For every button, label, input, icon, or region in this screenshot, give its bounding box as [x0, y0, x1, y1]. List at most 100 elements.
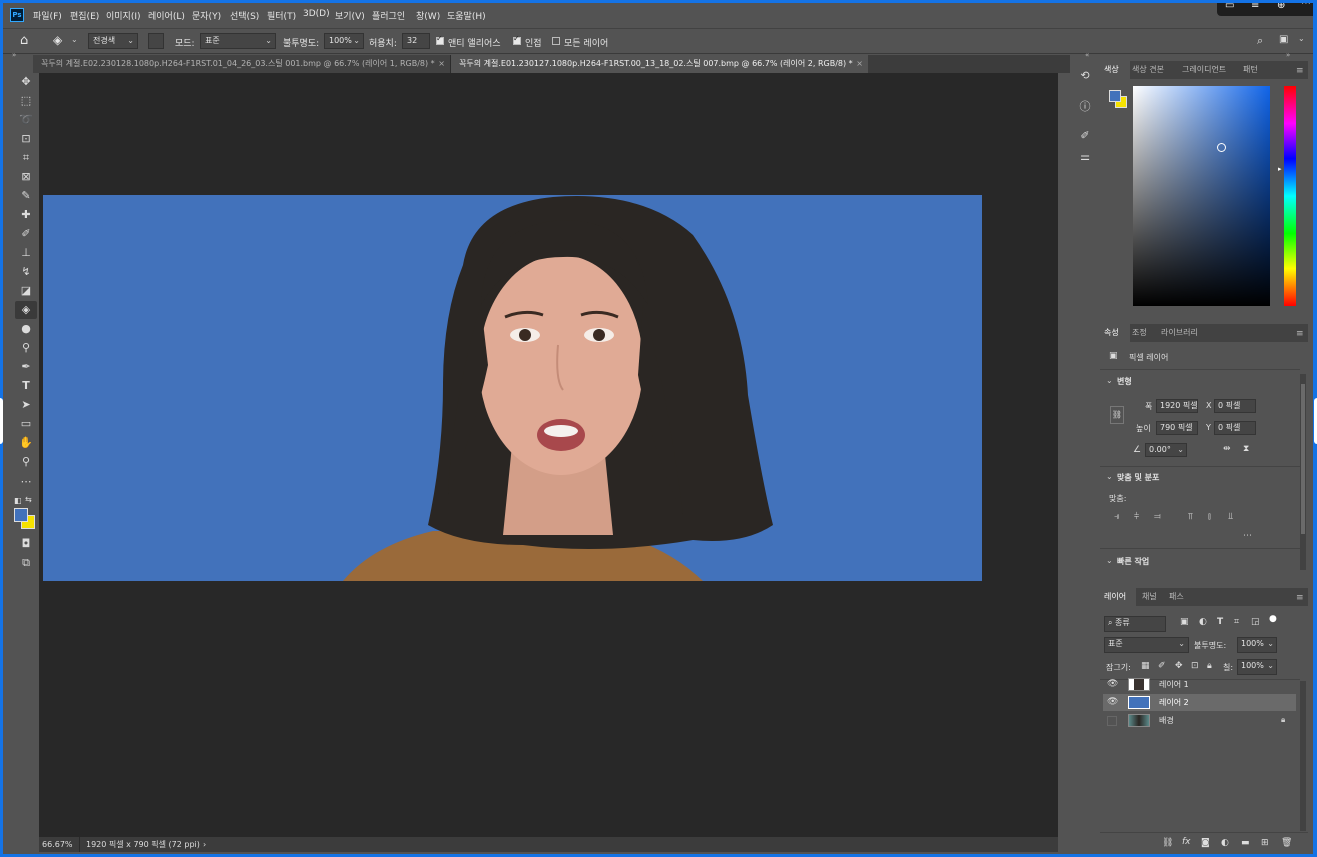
type-tool-icon[interactable]: T	[15, 377, 37, 395]
brush-settings-icon[interactable]: ✐	[1077, 129, 1093, 145]
dodge-tool-icon[interactable]: ⚲	[15, 339, 37, 357]
toolbox-collapse-icon[interactable]: »	[12, 51, 16, 59]
align-top-icon[interactable]: ⫪	[1188, 512, 1193, 522]
align-left-icon[interactable]: ⫣	[1114, 512, 1119, 522]
layer-row-selected[interactable]: 👁︎ 레이어 2	[1103, 694, 1296, 711]
align-right-icon[interactable]: ⫤	[1154, 512, 1161, 522]
comment-icon[interactable]: ▭	[1225, 3, 1234, 11]
lasso-tool-icon[interactable]: ➰	[15, 111, 37, 129]
link-icon[interactable]: ⛓	[1110, 406, 1124, 424]
zoom-level[interactable]: 66.67%	[42, 837, 73, 852]
tab-gradients[interactable]: 그레이디언트	[1182, 61, 1226, 79]
scrollbar[interactable]	[1300, 374, 1306, 570]
quick-mask-icon[interactable]: ◘	[15, 535, 37, 553]
filter-type-icon[interactable]: T	[1217, 617, 1223, 627]
x-input[interactable]: 0 픽셀	[1214, 399, 1256, 413]
hue-slider-handle[interactable]: ▸	[1278, 165, 1282, 173]
flip-vertical-icon[interactable]: ⧗	[1243, 444, 1249, 454]
align-middle-icon[interactable]: ⫾	[1208, 512, 1211, 522]
default-colors-icon[interactable]: ◧	[14, 496, 22, 505]
width-input[interactable]: 1920 픽셀	[1156, 399, 1198, 413]
lock-transparency-icon[interactable]: ▦	[1141, 661, 1150, 671]
panel-collapse-icon[interactable]: «	[1085, 51, 1089, 59]
visibility-toggle-empty[interactable]	[1107, 716, 1117, 726]
adjustment-layer-icon[interactable]: ◐	[1221, 838, 1229, 848]
menu-image[interactable]: 이미지(I)	[106, 9, 141, 22]
menu-edit[interactable]: 편집(E)	[70, 9, 99, 22]
chevron-down-icon[interactable]: ⌄	[1106, 556, 1113, 565]
layer-style-icon[interactable]: fx	[1182, 837, 1191, 847]
menu-window[interactable]: 창(W)	[416, 9, 440, 22]
layer-row[interactable]: 👁︎ 레이어 1	[1103, 676, 1296, 693]
mode-select[interactable]: 표준 ⌄	[200, 33, 276, 49]
tolerance-input[interactable]: 32	[402, 33, 430, 49]
visibility-eye-icon[interactable]: 👁︎	[1107, 697, 1118, 707]
panel-expand-icon[interactable]: »	[1286, 51, 1290, 59]
delete-layer-icon[interactable]: 🗑︎	[1281, 838, 1292, 848]
crop-tool-icon[interactable]: ⌗	[15, 149, 37, 167]
menu-layer[interactable]: 레이어(L)	[148, 9, 185, 22]
angle-input[interactable]: 0.00° ⌄	[1145, 443, 1187, 457]
layer-filter-select[interactable]: ⌕ 종류	[1104, 616, 1166, 632]
chevron-right-icon[interactable]: ›	[203, 837, 206, 852]
screen-mode-icon[interactable]: ⧉	[15, 554, 37, 572]
blur-tool-icon[interactable]: ●	[15, 320, 37, 338]
height-input[interactable]: 790 픽셀	[1156, 421, 1198, 435]
workspace-icon[interactable]: ▣	[1279, 34, 1288, 45]
panel-menu-icon[interactable]: ≡	[1296, 66, 1304, 76]
rectangle-tool-icon[interactable]: ▭	[15, 415, 37, 433]
foreground-color-swatch[interactable]	[1109, 90, 1121, 102]
info-icon[interactable]: ⓘ	[1077, 98, 1093, 114]
pen-tool-icon[interactable]: ✒	[15, 358, 37, 376]
lock-all-icon[interactable]: 🔒︎	[1207, 661, 1212, 671]
clone-stamp-tool-icon[interactable]: ⊥	[15, 244, 37, 262]
filter-toggle-icon[interactable]: ●	[1269, 614, 1277, 624]
lock-position-icon[interactable]: ✥	[1175, 661, 1183, 671]
brush-tool-icon[interactable]: ✐	[15, 225, 37, 243]
visibility-eye-icon[interactable]: 👁︎	[1107, 679, 1118, 689]
filter-pixel-icon[interactable]: ▣	[1180, 617, 1189, 627]
align-title[interactable]: 맞춤 및 분포	[1117, 472, 1159, 483]
layer-opacity-input[interactable]: 100% ⌄	[1237, 637, 1277, 653]
path-selection-tool-icon[interactable]: ➤	[15, 396, 37, 414]
menu-filter[interactable]: 필터(T)	[267, 9, 296, 22]
edit-toolbar-icon[interactable]: ⋯	[15, 473, 37, 491]
list-icon[interactable]: ≡	[1251, 3, 1259, 11]
tab-layers[interactable]: 레이어	[1100, 588, 1136, 606]
home-icon[interactable]: ⌂	[20, 33, 28, 48]
lock-pixels-icon[interactable]: ✐	[1158, 661, 1166, 671]
new-layer-icon[interactable]: ⊞	[1261, 838, 1269, 848]
download-icon[interactable]: ⊕	[1277, 3, 1285, 11]
hue-slider[interactable]	[1284, 86, 1296, 306]
menu-file[interactable]: 파일(F)	[33, 9, 62, 22]
frame-tool-icon[interactable]: ⊠	[15, 168, 37, 186]
chevron-down-icon[interactable]: ⌄	[1298, 34, 1305, 43]
scrollbar[interactable]	[1300, 681, 1306, 831]
marquee-tool-icon[interactable]: ⬚	[15, 92, 37, 110]
tab-adjustments[interactable]: 조정	[1132, 324, 1147, 342]
search-icon[interactable]: ⌕	[1257, 34, 1263, 48]
menu-type[interactable]: 문자(Y)	[192, 9, 221, 22]
antialias-checkbox[interactable]	[436, 34, 444, 45]
eraser-tool-icon[interactable]: ◪	[15, 282, 37, 300]
scrollbar-thumb[interactable]	[1301, 384, 1305, 534]
tab-paths[interactable]: 패스	[1169, 588, 1184, 606]
move-tool-icon[interactable]: ✥	[15, 73, 37, 91]
add-mask-icon[interactable]: ◙	[1201, 838, 1210, 848]
paint-bucket-tool-icon[interactable]: ◈	[15, 301, 37, 319]
filter-shape-icon[interactable]: ⌗	[1234, 617, 1239, 627]
tab-libraries[interactable]: 라이브러리	[1161, 324, 1198, 342]
blend-mode-select[interactable]: 표준 ⌄	[1104, 637, 1189, 653]
align-center-icon[interactable]: ⫩	[1134, 512, 1139, 522]
close-icon[interactable]: ×	[856, 55, 863, 73]
document-canvas[interactable]	[43, 195, 982, 581]
quick-actions-title[interactable]: 빠른 작업	[1117, 556, 1149, 567]
new-group-icon[interactable]: ▬	[1241, 838, 1250, 848]
transform-title[interactable]: 변형	[1117, 376, 1132, 387]
panel-menu-icon[interactable]: ≡	[1296, 329, 1304, 339]
object-selection-tool-icon[interactable]: ⊡	[15, 130, 37, 148]
menu-plugins[interactable]: 플러그인	[372, 9, 405, 22]
tab-patterns[interactable]: 패턴	[1243, 61, 1258, 79]
foreground-color-swatch[interactable]	[14, 508, 28, 522]
flip-horizontal-icon[interactable]: ⇹	[1223, 444, 1231, 454]
